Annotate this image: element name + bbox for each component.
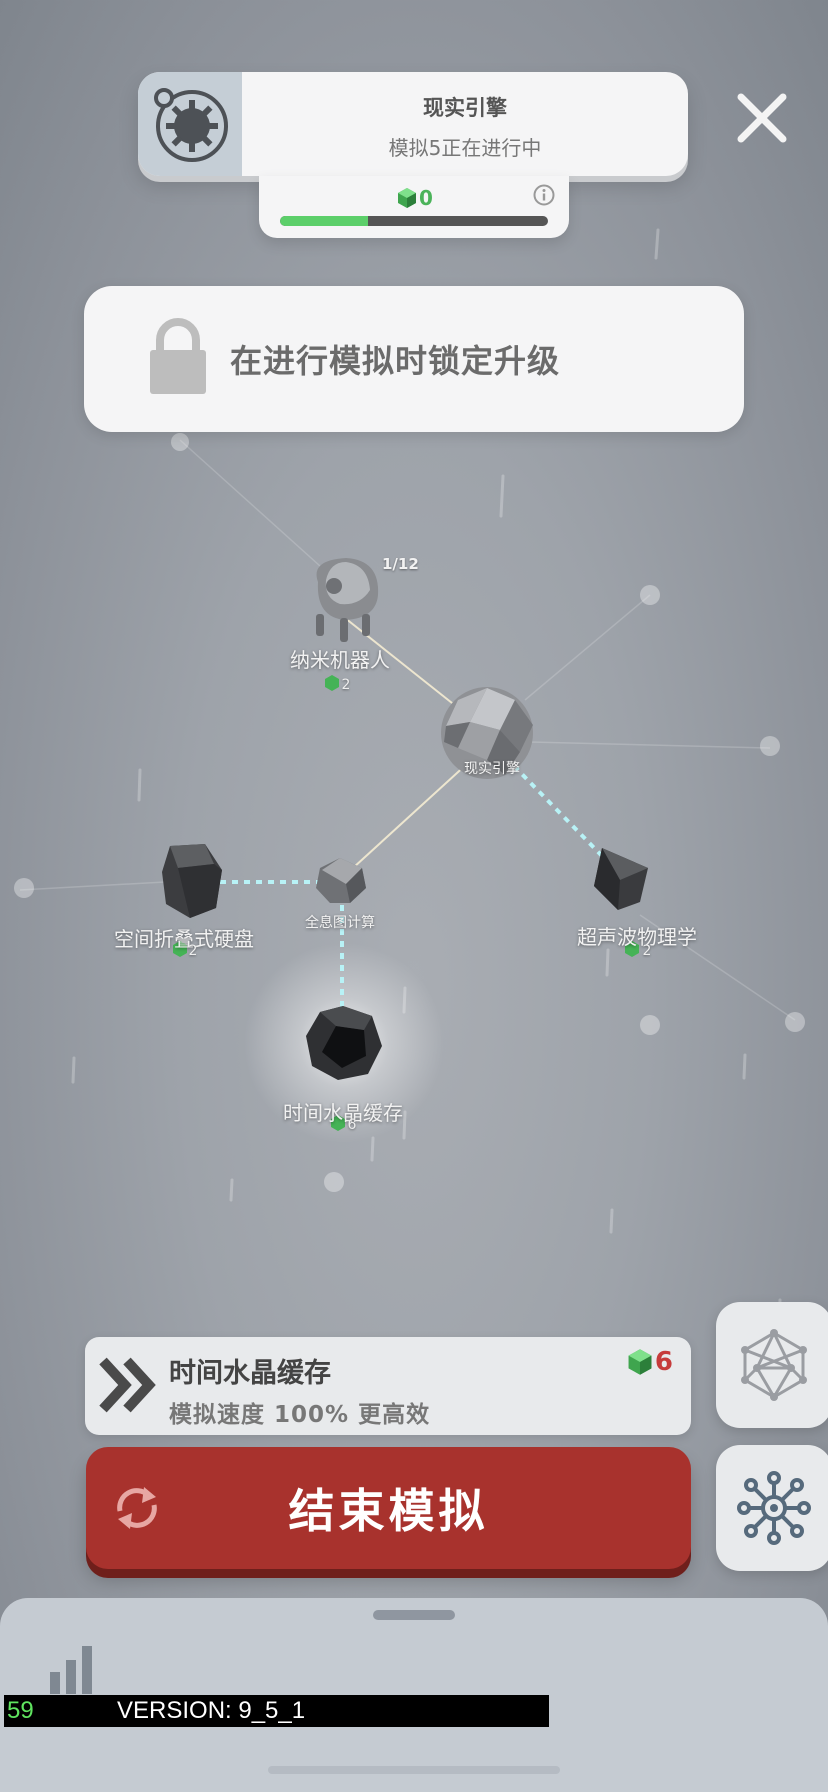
node-hologram-shape[interactable]: [316, 858, 366, 903]
double-chevron-icon: [99, 1357, 156, 1413]
node-cost-gems: [173, 675, 639, 1131]
gem-icon: [628, 1349, 652, 1375]
node-time-crystal-cache-label: 时间水晶缓存: [283, 1101, 403, 1125]
selected-upgrade-cost: 6: [627, 1347, 673, 1377]
node-hologram-label: 全息图计算: [305, 915, 375, 931]
fps-counter: 59: [7, 1697, 34, 1724]
network-view-button[interactable]: [716, 1302, 828, 1428]
molecule-node-icon: [737, 1471, 811, 1545]
version-label: VERSION: 9_5_1: [117, 1697, 306, 1724]
debug-info-bar: 59 VERSION: 9_5_1: [4, 1695, 549, 1727]
end-simulation-label: 结束模拟: [288, 1484, 489, 1538]
signal-bars-icon: [50, 1646, 92, 1694]
selected-upgrade-title: 时间水晶缓存: [169, 1358, 331, 1389]
end-simulation-button[interactable]: 结束模拟: [86, 1447, 691, 1569]
node-connections: [220, 617, 606, 1010]
node-space-fold-drive-label: 空间折叠式硬盘: [114, 927, 254, 951]
crystal-lattice-icon: [741, 1329, 807, 1401]
node-nanobot-shape[interactable]: [316, 558, 379, 642]
node-time-crystal-cache-cost: 6: [347, 1117, 357, 1133]
node-nanobot-label: 纳米机器人: [290, 648, 390, 672]
node-nanobot-level: 1/12: [382, 555, 419, 573]
node-space-fold-drive-cost: 2: [188, 943, 198, 959]
sheet-drag-handle[interactable]: [373, 1610, 455, 1620]
node-ultrasonic-physics-label: 超声波物理学: [577, 925, 697, 949]
node-ultrasonic-physics-cost: 2: [642, 943, 652, 959]
node-reality-engine-label: 现实引擎: [464, 761, 520, 777]
node-time-crystal-cache-shape[interactable]: [306, 1006, 382, 1080]
home-indicator: [268, 1766, 560, 1774]
skill-tree-button[interactable]: [716, 1445, 828, 1571]
selected-upgrade-card[interactable]: 时间水晶缓存 模拟速度 100% 更高效 6: [85, 1337, 691, 1435]
node-nanobot-cost: 2: [341, 677, 351, 693]
node-ultrasonic-physics-shape[interactable]: [594, 848, 648, 910]
node-space-fold-drive-shape[interactable]: [162, 844, 222, 918]
selected-upgrade-description: 模拟速度 100% 更高效: [169, 1402, 431, 1428]
selected-upgrade-cost-value: 6: [654, 1347, 673, 1377]
